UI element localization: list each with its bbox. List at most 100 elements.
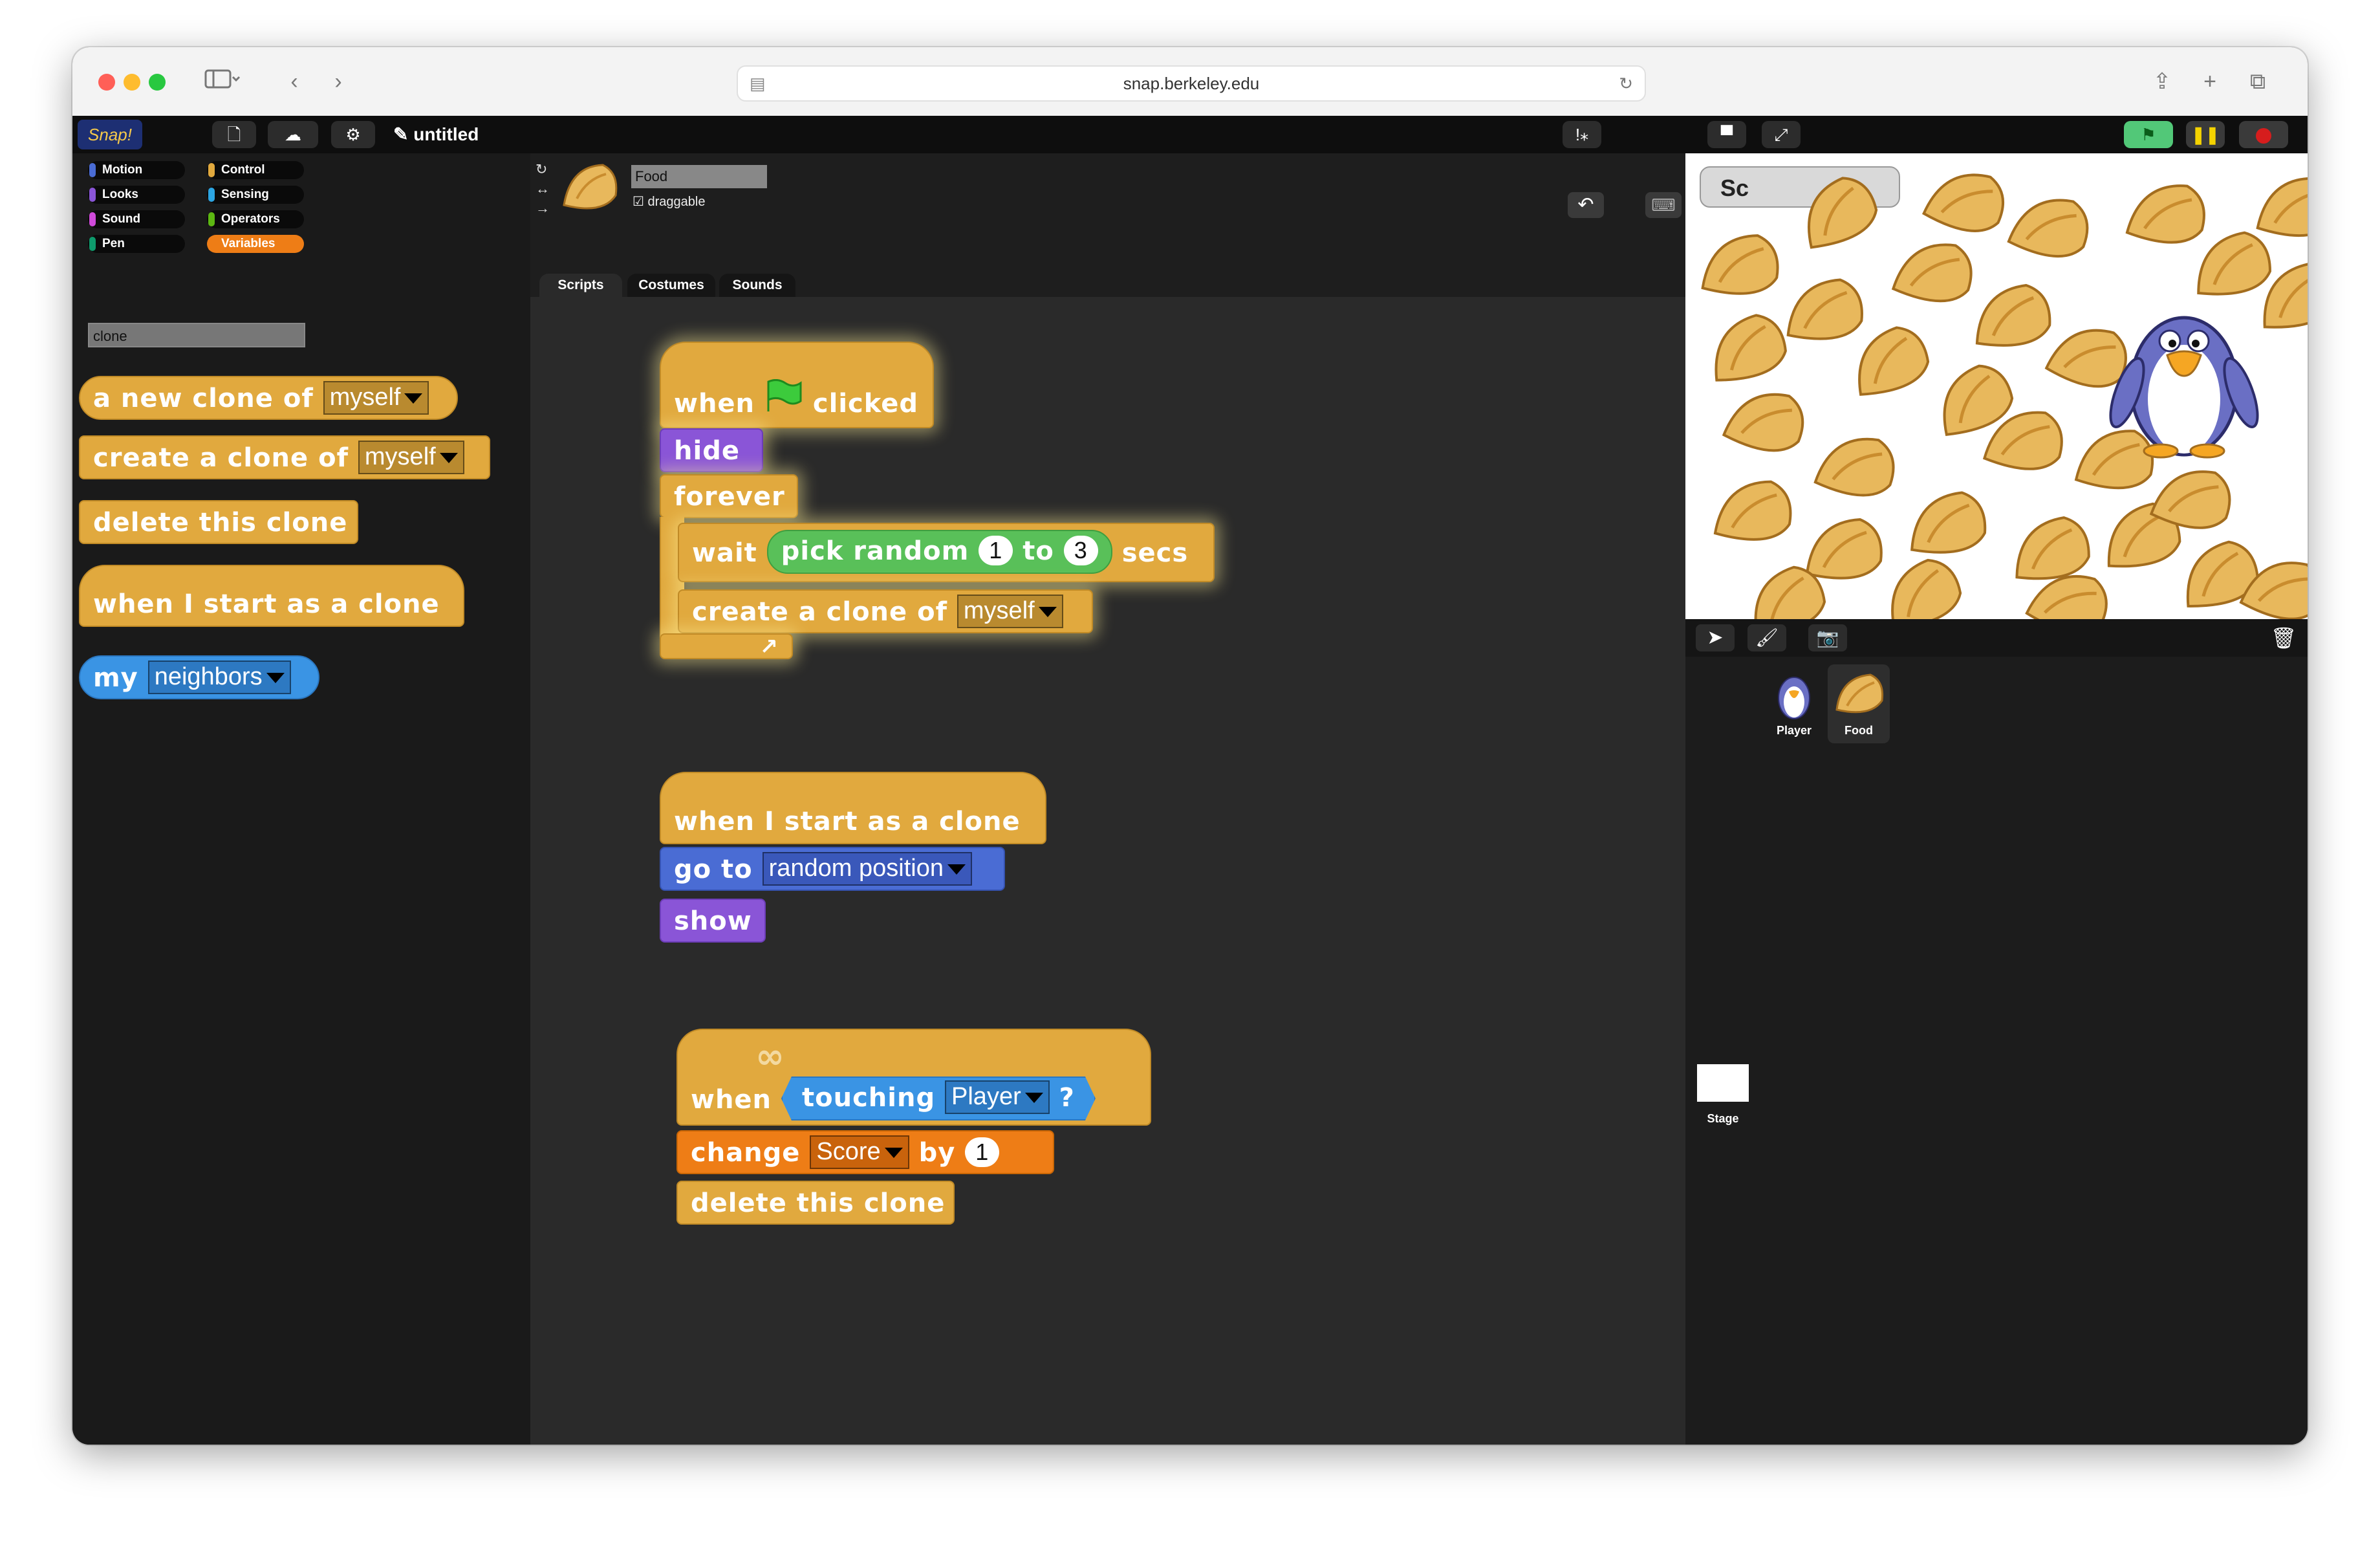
change-by-input[interactable]: 1 [965,1137,1000,1167]
zoom-window-button[interactable] [149,74,166,91]
show-block[interactable]: show [660,899,766,943]
fortune-cookie-clone [1891,558,1962,619]
category-sensing[interactable]: Sensing [207,186,304,204]
steps-icon[interactable]: !⁎ [1563,121,1601,148]
draggable-checkbox[interactable]: ☑ draggable [633,192,705,212]
fortune-cookie-clone [2197,231,2271,296]
category-motion[interactable]: Motion [88,161,185,179]
position-dropdown[interactable]: random position [762,852,972,886]
forward-icon[interactable]: › [322,65,354,98]
category-sound[interactable]: Sound [88,210,185,228]
go-to-block[interactable]: go to random position [660,847,1005,891]
fullscreen-icon[interactable]: ⤢ [1762,121,1801,148]
sidebar-toggle-icon[interactable] [195,65,247,98]
palette-my-block[interactable]: my neighbors [79,655,319,699]
undo-button[interactable]: ↶ [1568,192,1604,218]
tab-scripts[interactable]: Scripts [539,274,622,297]
block-label: clicked [812,389,919,419]
category-looks[interactable]: Looks [88,186,185,204]
variable-dropdown[interactable]: Score [810,1135,909,1169]
fortune-cookie-clone [1786,278,1863,340]
palette-create-clone-block[interactable]: create a clone of myself [79,435,490,479]
keyboard-entry-icon[interactable]: ⌨ [1645,192,1682,218]
category-control[interactable]: Control [207,161,304,179]
touching-predicate[interactable]: touching Player ? [781,1077,1096,1120]
rotate-style-icon[interactable]: ↻ [536,161,547,178]
snap-logo[interactable]: Snap! [78,120,142,149]
palette-search-input[interactable]: clone [88,323,305,347]
palette-delete-clone-block[interactable]: delete this clone [79,500,358,544]
random-from-input[interactable]: 1 [979,536,1013,565]
tab-sounds[interactable]: Sounds [719,274,795,297]
block-label: show [674,906,752,936]
myself-dropdown[interactable]: myself [358,441,464,474]
stage-size-icon[interactable]: ▀ [1707,121,1746,148]
fortune-cookie-clone [1722,393,1804,452]
category-pen[interactable]: Pen [88,235,185,253]
myself-dropdown[interactable]: myself [957,595,1063,628]
new-tab-icon[interactable]: + [2194,65,2226,98]
url-text: snap.berkeley.edu [1123,74,1260,93]
pause-button[interactable]: ❚❚ [2186,121,2225,148]
control-dot-icon [208,163,215,177]
no-rotate-icon[interactable]: → [536,200,550,217]
myself-dropdown[interactable]: myself [323,381,429,415]
palette-when-start-clone-block[interactable]: when I start as a clone [79,565,464,627]
share-icon[interactable]: ⇪ [2146,65,2178,98]
category-operators[interactable]: Operators [207,210,304,228]
green-flag-button[interactable]: ⚑ [2124,121,2173,148]
when-start-clone-hat[interactable]: when I start as a clone [660,772,1046,844]
block-label: my [93,663,138,693]
delete-clone-block[interactable]: delete this clone [676,1181,955,1225]
cloud-menu-icon[interactable]: ☁ [268,121,318,148]
touching-dropdown[interactable]: Player [945,1080,1050,1114]
palette-new-clone-block[interactable]: a new clone of myself [79,376,458,420]
tab-costumes[interactable]: Costumes [627,274,715,297]
paint-new-sprite-icon[interactable]: 🖌 [1747,624,1786,651]
block-label: forever [674,482,785,512]
flip-style-icon[interactable]: ↔ [536,180,550,197]
sprite-icon-food[interactable]: Food [1828,664,1890,743]
page-icon: ▤ [750,74,766,93]
looks-dot-icon [89,188,96,202]
block-label: delete this clone [93,508,348,538]
block-label: by [918,1138,956,1168]
block-label: hide [674,436,740,466]
stage-icon[interactable]: Stage [1697,1064,1749,1126]
fortune-cookie-clone [1713,480,1792,541]
forever-block[interactable]: forever [660,474,798,518]
stage[interactable]: Sc [1685,153,2308,619]
settings-gear-icon[interactable]: ⚙ [331,121,375,148]
sprite-icon-player[interactable]: Player [1763,664,1825,743]
sprite-thumbnail-icon [563,164,618,210]
add-turtle-sprite-icon[interactable]: ➤ [1696,624,1735,651]
when-flag-clicked-hat[interactable]: when clicked [660,342,934,428]
infinity-icon: ∞ [755,1036,785,1077]
minimize-window-button[interactable] [124,74,140,91]
neighbors-dropdown[interactable]: neighbors [147,661,291,694]
close-window-button[interactable] [98,74,115,91]
tab-overview-icon[interactable]: ⧉ [2242,65,2274,98]
change-variable-block[interactable]: change Score by 1 [676,1130,1054,1174]
snap-top-bar: Snap! 🗋 ☁ ⚙ ✎ untitled !⁎ ▀ ⤢ ⚑ ❚❚ [72,116,2308,153]
pick-random-reporter[interactable]: pick random 1 to 3 [766,530,1112,574]
category-variables[interactable]: Variables [207,235,304,253]
browser-toolbar: ‹ › ▤ snap.berkeley.edu ↻ ⇪ + ⧉ [72,47,2308,117]
hide-block[interactable]: hide [660,428,763,472]
wait-block[interactable]: wait pick random 1 to 3 secs [678,523,1215,582]
reload-icon[interactable]: ↻ [1619,67,1633,100]
sprite-name-field[interactable]: Food [631,165,767,188]
dropdown-arrow-icon [439,452,458,463]
dropdown-arrow-icon [947,864,966,875]
address-bar[interactable]: ▤ snap.berkeley.edu ↻ [737,65,1646,102]
create-clone-block[interactable]: create a clone of myself [678,589,1093,633]
file-menu-icon[interactable]: 🗋 [212,121,256,148]
back-icon[interactable]: ‹ [278,65,310,98]
camera-sprite-icon[interactable]: 📷 [1808,624,1847,651]
when-condition-hat[interactable]: ∞ when touching Player ? [676,1029,1151,1126]
trash-icon[interactable]: 🗑 [2267,624,2300,651]
block-label: when [691,1085,772,1115]
stop-button[interactable] [2239,121,2288,148]
random-to-input[interactable]: 3 [1063,536,1098,565]
sprite-bar: ↻ ↔ → Food ☑ draggable Scripts Costumes … [530,153,1685,297]
